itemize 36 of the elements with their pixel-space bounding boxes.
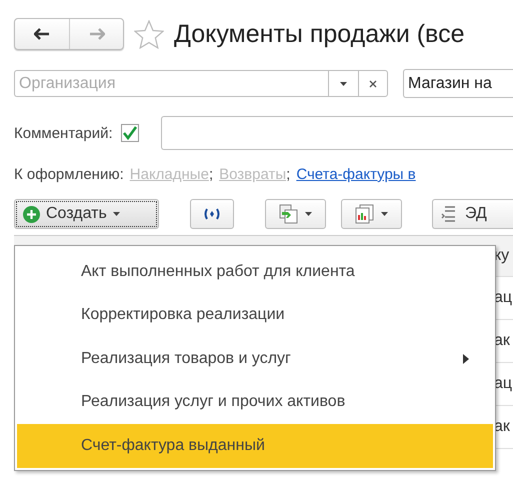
close-icon — [369, 80, 377, 88]
separator-mark: ; — [286, 166, 290, 183]
to-process-label: К оформлению: — [14, 166, 124, 183]
submenu-arrow-icon — [463, 354, 469, 364]
menu-item[interactable]: Корректировка реализации — [17, 294, 493, 337]
comment-checkbox[interactable] — [120, 124, 139, 142]
caret-icon — [305, 212, 312, 216]
menu-item[interactable]: Счет-фактура выданный — [17, 424, 493, 468]
window-title: Документы продажи (все — [174, 20, 464, 48]
organization-field[interactable]: Организация — [14, 70, 328, 97]
create-button[interactable]: Создать — [14, 199, 159, 229]
star-icon[interactable] — [134, 20, 164, 48]
comment-field[interactable] — [160, 116, 513, 150]
caret-icon — [340, 82, 347, 86]
comment-label: Комментарий: — [14, 124, 113, 142]
caret-icon — [381, 212, 388, 216]
separator-mark: ; — [208, 166, 214, 183]
edo-button[interactable]: ЭД — [432, 199, 513, 229]
store-field[interactable]: Магазин на — [403, 69, 513, 98]
dropdown-button[interactable] — [328, 70, 358, 97]
reports-button[interactable] — [341, 199, 402, 229]
documents-button[interactable] — [265, 199, 326, 229]
process-link[interactable]: Счета-фактуры в — [296, 166, 416, 183]
documents-icon — [279, 204, 299, 224]
left-arrow-icon — [34, 28, 50, 40]
menu-item[interactable]: Реализация услуг и прочих активов — [17, 380, 493, 424]
clear-button[interactable] — [358, 70, 388, 97]
plus-icon — [23, 206, 40, 222]
report-icon — [355, 204, 375, 224]
caret-icon — [112, 212, 120, 216]
right-arrow-icon — [88, 28, 104, 40]
menu-item[interactable]: Реализация товаров и услуг — [17, 337, 493, 380]
menu-item[interactable]: Акт выполненных работ для клиента — [17, 250, 493, 294]
signal-icon — [203, 208, 221, 220]
checkmark-icon — [122, 126, 138, 140]
broadcast-button[interactable] — [190, 199, 234, 229]
